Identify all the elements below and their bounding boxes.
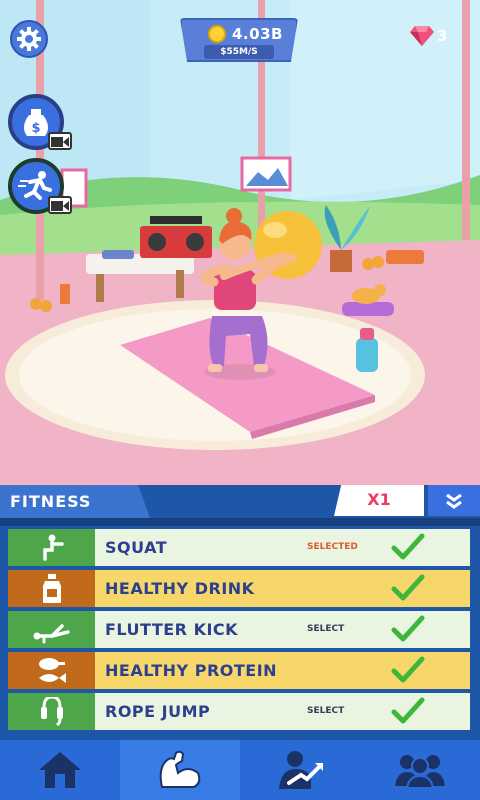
video-ad-icon: [48, 196, 72, 214]
multiplier-button[interactable]: X1: [334, 485, 424, 516]
svg-text:$: $: [31, 121, 40, 136]
coin-rate-box: $55M/S: [204, 45, 274, 59]
fitness-item-flutter-kick[interactable]: FLUTTER KICK SELECT: [8, 611, 470, 648]
gear-icon: [17, 27, 41, 51]
tab-fitness-label: FITNESS: [10, 492, 92, 511]
protein-food-icon: [38, 657, 66, 683]
panel-divider: [0, 518, 480, 526]
fitness-item-status: SELECT: [307, 706, 345, 716]
gem-count: 3: [437, 27, 448, 45]
fitness-item-label: HEALTHY PROTEIN: [105, 661, 278, 680]
nav-progress[interactable]: [240, 740, 360, 800]
fitness-item-status: SELECTED: [307, 542, 358, 552]
trainer-growth-icon: [279, 751, 323, 789]
multiplier-label: X1: [367, 490, 391, 509]
game-scene: 4.03B $55M/S 3 $: [0, 0, 480, 485]
community-icon: [395, 755, 445, 789]
coin-balance-panel: 4.03B $55M/S: [180, 18, 298, 62]
check-icon: [391, 615, 425, 642]
check-icon: [391, 533, 425, 560]
fitness-item-label: ROPE JUMP: [105, 702, 211, 721]
check-icon: [391, 697, 425, 724]
video-ad-icon: [48, 132, 72, 150]
fitness-item-healthy-drink[interactable]: HEALTHY DRINK: [8, 570, 470, 607]
fitness-item-label: SQUAT: [105, 538, 168, 557]
drink-bottle-icon: [42, 573, 61, 603]
fitness-item-label: HEALTHY DRINK: [105, 579, 255, 598]
fitness-item-status: SELECT: [307, 624, 345, 634]
bottom-nav: [0, 740, 480, 800]
nav-community[interactable]: [360, 740, 480, 800]
fitness-item-healthy-protein[interactable]: HEALTHY PROTEIN: [8, 652, 470, 689]
nav-home[interactable]: [0, 740, 120, 800]
fitness-panel: FITNESS X1 SQUAT SELECTED HEALTHY DRINK …: [0, 485, 480, 740]
tab-fitness[interactable]: FITNESS: [0, 485, 150, 518]
home-icon: [39, 752, 81, 788]
jump-rope-icon: [40, 696, 63, 726]
settings-button[interactable]: [10, 20, 48, 58]
coin-balance: 4.03B: [232, 25, 283, 43]
coin-icon: [208, 25, 226, 43]
chevron-double-down-icon: [446, 493, 462, 509]
squat-icon: [42, 534, 64, 561]
muscle-arm-icon: [159, 750, 201, 788]
fitness-item-squat[interactable]: SQUAT SELECTED: [8, 529, 470, 566]
collapse-panel-button[interactable]: [426, 485, 480, 516]
check-icon: [391, 574, 425, 601]
gem-icon: [410, 26, 434, 46]
fitness-list: SQUAT SELECTED HEALTHY DRINK FLUTTER KIC…: [0, 529, 480, 734]
fitness-item-label: FLUTTER KICK: [105, 620, 239, 639]
gym-room-scene: [0, 0, 480, 485]
coin-rate: $55M/S: [220, 47, 258, 57]
nav-fitness[interactable]: [120, 740, 240, 800]
check-icon: [391, 656, 425, 683]
flutter-kick-icon: [33, 623, 70, 643]
fitness-item-rope-jump[interactable]: ROPE JUMP SELECT: [8, 693, 470, 730]
